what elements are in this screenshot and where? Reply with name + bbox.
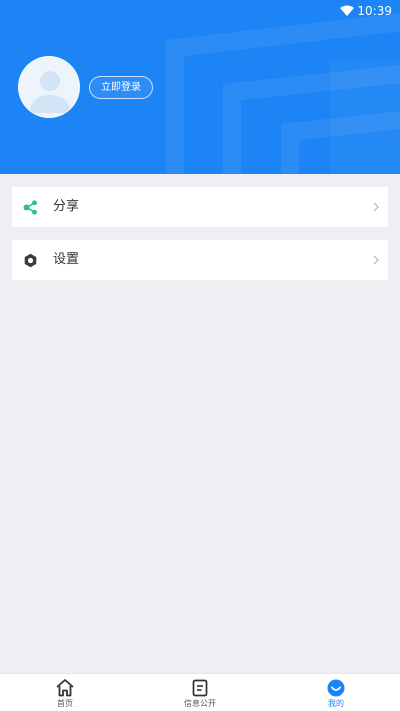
status-time: 10:39 (357, 4, 392, 18)
menu-item-share-label: 分享 (53, 199, 80, 214)
user-avatar-icon (19, 57, 79, 117)
chevron-right-icon (373, 255, 379, 265)
menu-item-settings[interactable]: 设置 (12, 240, 388, 280)
tab-info-disclosure-label: 信息公开 (184, 699, 216, 708)
tab-mine[interactable]: 我的 (296, 674, 376, 711)
status-bar: 10:39 (0, 0, 400, 24)
profile-header: 10:39 立即登录 (0, 0, 400, 174)
home-icon (56, 679, 74, 697)
profile-icon (327, 679, 345, 697)
share-icon (23, 200, 37, 215)
wifi-icon (340, 5, 354, 16)
bottom-tab-bar: 首页 信息公开 我的 (0, 673, 400, 711)
document-icon (192, 679, 208, 697)
tab-home-label: 首页 (57, 699, 73, 708)
gear-icon (24, 253, 37, 268)
tab-info-disclosure[interactable]: 信息公开 (160, 674, 240, 711)
tab-mine-label: 我的 (328, 699, 344, 708)
login-button[interactable]: 立即登录 (89, 76, 153, 99)
menu-item-share[interactable]: 分享 (12, 187, 388, 227)
tab-home[interactable]: 首页 (25, 674, 105, 711)
avatar[interactable] (18, 56, 80, 118)
menu-item-settings-label: 设置 (53, 252, 80, 267)
chevron-right-icon (373, 202, 379, 212)
